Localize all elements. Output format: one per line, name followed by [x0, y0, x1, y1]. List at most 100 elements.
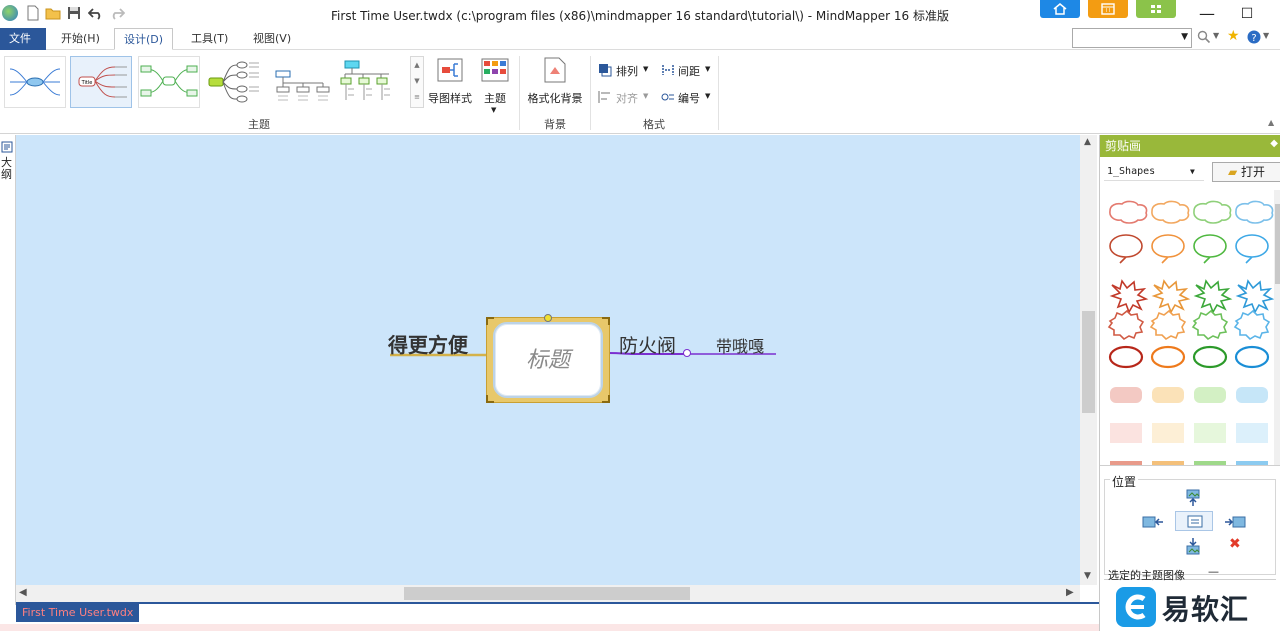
horizontal-scrollbar[interactable]: ◀ ▶ [16, 585, 1080, 602]
theme-icon [481, 58, 509, 82]
map-style-org-chart[interactable] [272, 56, 334, 108]
resize-handle[interactable] [602, 395, 610, 403]
minimize-button[interactable]: — [1187, 3, 1227, 25]
resize-handle[interactable] [486, 395, 494, 403]
resize-handle[interactable] [486, 317, 494, 325]
spacing-label: 间距 [678, 65, 700, 78]
clipart-library-select[interactable]: 1_Shapes ▼ [1104, 163, 1204, 181]
chevron-up-icon[interactable]: ▲ [411, 57, 423, 73]
collapse-ribbon-icon[interactable]: ▲ [1268, 118, 1274, 127]
vertical-scroll-thumb[interactable] [1082, 311, 1095, 413]
vertical-scrollbar[interactable]: ▲ ▼ [1080, 135, 1097, 585]
theme-button[interactable]: 主题 ▼ [478, 54, 512, 118]
numbering-button[interactable]: 编号 ▼ [661, 89, 717, 105]
clipart-scrollbar[interactable] [1274, 190, 1280, 465]
group-label-background: 背景 [544, 118, 566, 131]
map-style-bidirectional[interactable] [138, 56, 200, 108]
divider [1100, 465, 1280, 466]
arrange-label: 排列 [616, 65, 638, 78]
numbering-icon [661, 93, 674, 101]
map-style-right-tree[interactable] [206, 56, 268, 108]
remove-image-icon[interactable]: ✖ [1229, 536, 1241, 552]
collapse-icon[interactable]: — [1208, 565, 1219, 578]
collapse-node-handle[interactable] [683, 349, 691, 357]
search-combo[interactable]: ▼ [1072, 28, 1192, 48]
svg-text:Title: Title [81, 80, 93, 86]
document-tab[interactable]: First Time User.twdx [16, 604, 140, 622]
help-dropdown-icon[interactable]: ▼ [1263, 31, 1269, 40]
map-style-radial[interactable] [4, 56, 66, 108]
tab-design[interactable]: 设计(D) [114, 28, 174, 50]
divider [718, 56, 719, 130]
map-style-label: 导图样式 [428, 92, 472, 105]
chevron-up-icon[interactable]: ▲ [1084, 137, 1091, 147]
tab-view[interactable]: 视图(V) [244, 28, 300, 50]
rotate-handle[interactable] [544, 314, 552, 322]
selected-topic-image-label: 选定的主题图像 [1108, 569, 1185, 582]
help-icon[interactable]: ? [1247, 30, 1261, 44]
theme-label: 主题 [484, 92, 506, 105]
group-label-format: 格式 [643, 118, 665, 131]
gallery-expand-icon[interactable]: ≡ [411, 89, 423, 105]
group-label-theme: 主题 [248, 118, 270, 131]
format-background-button[interactable]: 格式化背景 [524, 54, 586, 114]
align-button[interactable]: 对齐 ▼ [598, 89, 654, 105]
pin-icon[interactable]: ◆ [1270, 138, 1278, 149]
map-style-top-down-thumb [340, 60, 390, 100]
watermark-logo-icon [1116, 587, 1156, 627]
image-center-button[interactable] [1175, 511, 1213, 531]
clipart-library-value: 1_Shapes [1107, 166, 1156, 177]
resize-handle[interactable] [602, 317, 610, 325]
star-icon[interactable]: ★ [1227, 28, 1240, 44]
chevron-left-icon[interactable]: ◀ [19, 587, 27, 598]
map-style-top-down[interactable] [338, 56, 400, 108]
svg-text:?: ? [1251, 33, 1256, 44]
open-button[interactable]: ▰ 打开 [1212, 162, 1280, 182]
chevron-right-icon[interactable]: ▶ [1066, 587, 1074, 598]
right-topic[interactable]: 防火阀 [619, 331, 676, 358]
central-topic[interactable]: 标题 [486, 314, 610, 403]
format-background-label: 格式化背景 [527, 92, 583, 105]
chevron-down-icon: ▼ [491, 106, 497, 114]
tab-file[interactable]: 文件(F) [0, 28, 46, 67]
align-icon [598, 91, 610, 103]
map-style-left-tree[interactable]: Title [70, 56, 132, 108]
right-subtopic[interactable]: 带哦嘎 [716, 333, 764, 357]
maximize-button[interactable]: ☐ [1227, 3, 1267, 25]
arrange-icon [599, 64, 612, 77]
home-button[interactable] [1040, 0, 1080, 18]
calendar-icon [1101, 3, 1115, 15]
image-top-icon[interactable] [1185, 489, 1201, 507]
search-icon[interactable] [1197, 30, 1211, 44]
map-canvas[interactable]: 得更方便 标题 防火阀 带哦嘎 [16, 135, 1080, 585]
tab-home[interactable]: 开始(H) [52, 28, 109, 50]
format-background-icon [544, 57, 566, 83]
chevron-down-icon[interactable]: ▼ [1084, 571, 1091, 581]
search-dropdown-icon[interactable]: ▼ [1213, 31, 1219, 40]
left-topic[interactable]: 得更方便 [388, 329, 468, 358]
spacing-button[interactable]: 间距 ▼ [661, 62, 717, 78]
open-button-label: 打开 [1241, 165, 1266, 179]
tab-tools[interactable]: 工具(T) [182, 28, 237, 50]
image-bottom-icon[interactable] [1185, 537, 1201, 555]
numbering-label: 编号 [678, 92, 700, 105]
watermark-text: 易软汇 [1162, 593, 1250, 626]
central-topic-label: 标题 [525, 348, 570, 373]
chevron-down-icon: ▼ [643, 65, 649, 73]
map-style-button[interactable]: 导图样式 [426, 54, 474, 114]
align-label: 对齐 [616, 92, 638, 105]
image-left-icon[interactable] [1142, 515, 1164, 529]
grid-button[interactable] [1136, 0, 1176, 18]
clipart-grid[interactable] [1104, 195, 1276, 465]
arrange-button[interactable]: 排列 ▼ [598, 62, 654, 78]
image-right-icon[interactable] [1224, 515, 1246, 529]
chevron-down-icon[interactable]: ▼ [411, 73, 423, 89]
outline-panel-tab[interactable]: 大纲 [0, 135, 16, 605]
chevron-down-icon: ▼ [643, 92, 649, 100]
horizontal-scroll-thumb[interactable] [404, 587, 690, 600]
status-bar [0, 624, 1110, 631]
calendar-button[interactable] [1088, 0, 1128, 18]
gallery-scroll[interactable]: ▲ ▼ ≡ [410, 56, 424, 108]
ribbon: Title ▲ ▼ ≡ 导图样式 主题 ▼ 主题 格式化背景 背景 排列 ▼ 对… [0, 50, 1280, 134]
clipart-scroll-thumb[interactable] [1275, 204, 1280, 284]
